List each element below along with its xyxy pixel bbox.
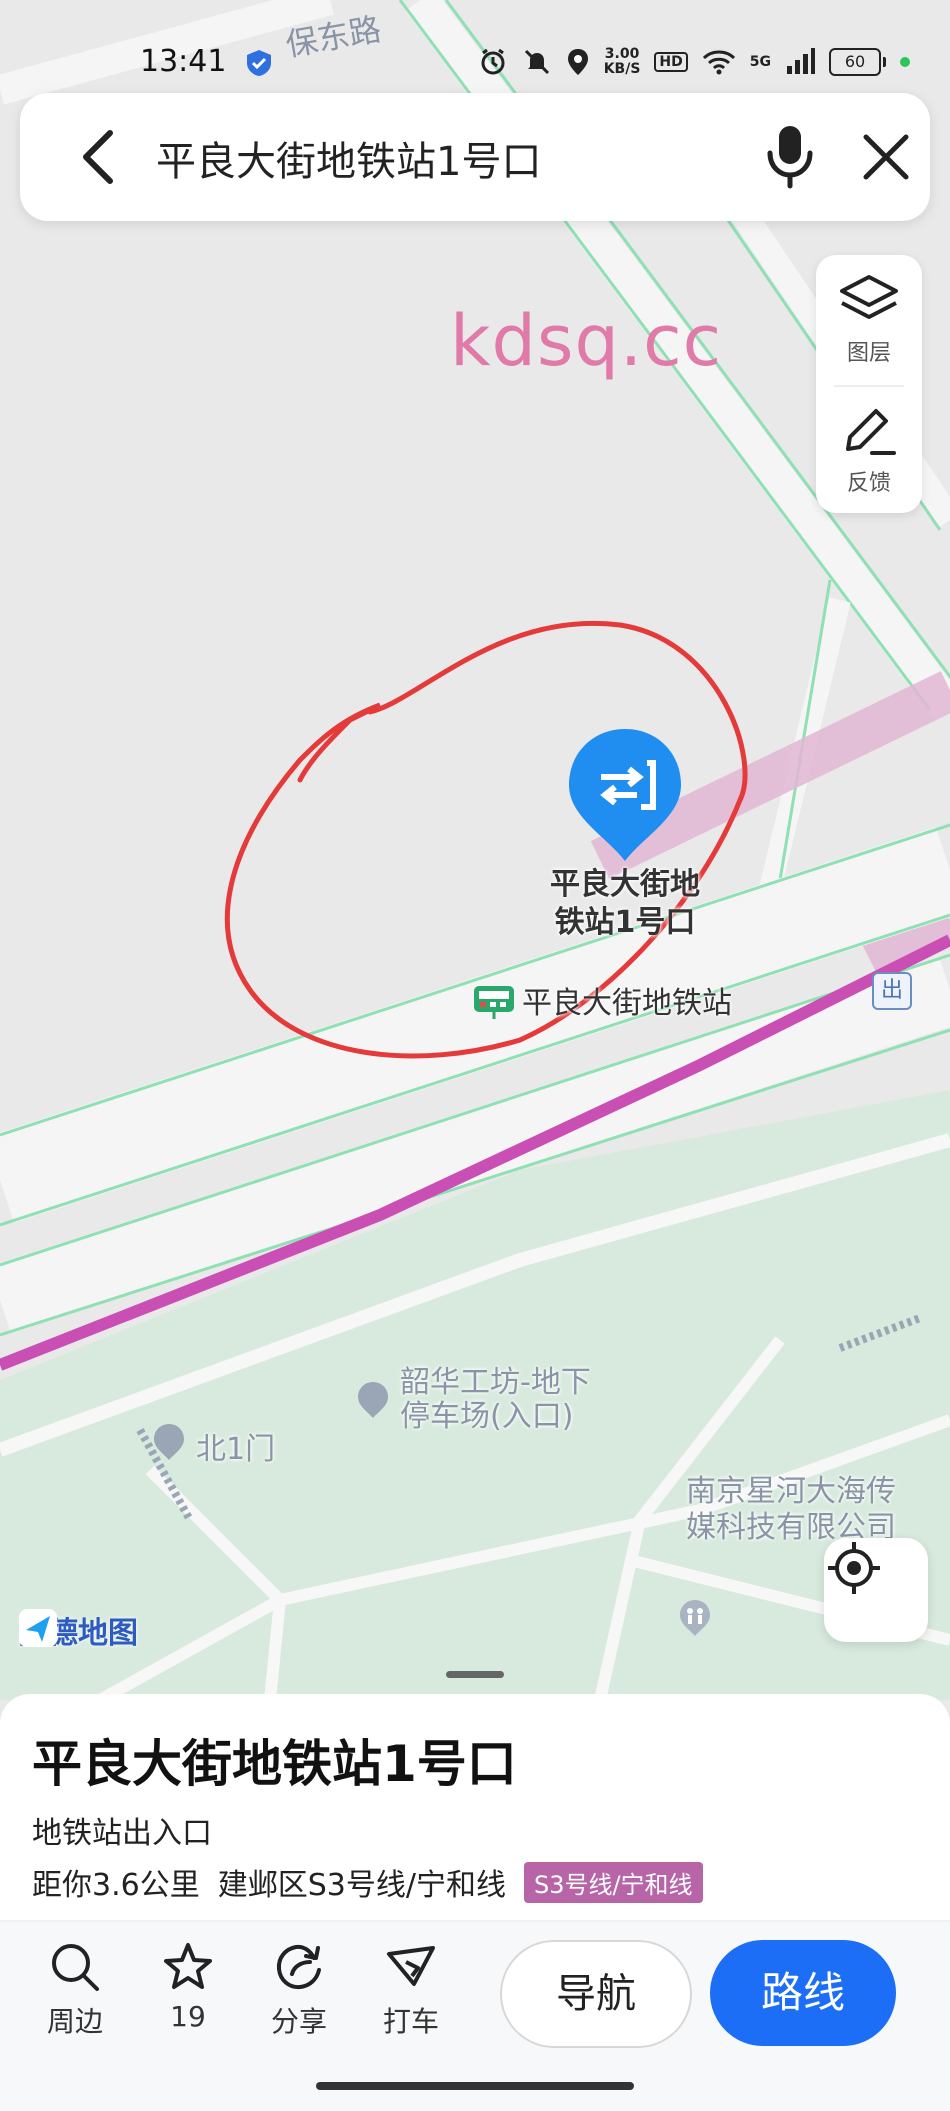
share-icon bbox=[276, 1944, 321, 1990]
taxi-button[interactable]: 打车 bbox=[356, 1940, 466, 2040]
mute-icon bbox=[524, 49, 549, 75]
poi-company-label[interactable]: 南京星河大海传 媒科技有限公司 bbox=[686, 1474, 896, 1546]
map-pin[interactable] bbox=[567, 725, 683, 865]
star-icon bbox=[164, 1943, 212, 1989]
battery-tip bbox=[883, 57, 886, 67]
close-icon[interactable] bbox=[856, 127, 916, 187]
poi-detail-sheet[interactable]: 平良大街地铁站1号口 地铁站出入口 距你3.6公里 建邺区S3号线/宁和线 S3… bbox=[0, 1694, 950, 2111]
map-side-panel: 图层 反馈 bbox=[816, 255, 922, 513]
charging-dot bbox=[900, 57, 910, 67]
nearby-label: 周边 bbox=[46, 2005, 103, 2038]
taxi-icon bbox=[387, 1946, 435, 1986]
layers-label: 图层 bbox=[846, 341, 891, 366]
favorite-count: 19 bbox=[170, 2000, 206, 2033]
watermark: kdsq.cc bbox=[450, 300, 723, 382]
signal-type: 5G bbox=[749, 54, 771, 70]
wifi-icon bbox=[702, 50, 735, 75]
side-panel-divider bbox=[834, 385, 904, 387]
battery-icon: 60 bbox=[829, 48, 881, 76]
locate-me-button[interactable] bbox=[824, 1538, 928, 1642]
home-indicator[interactable] bbox=[316, 2082, 634, 2090]
feedback-button[interactable]: 反馈 bbox=[816, 403, 922, 497]
pin-label: 平良大街地 铁站1号口 bbox=[530, 866, 720, 942]
net-speed-value: 3.00 bbox=[604, 46, 640, 62]
edit-icon bbox=[846, 409, 896, 455]
poi-gate-label[interactable]: 北1门 bbox=[196, 1424, 275, 1468]
layers-icon bbox=[840, 275, 898, 319]
poi-title: 平良大街地铁站1号口 bbox=[32, 1735, 517, 1793]
metro-line-tag[interactable]: S3号线/宁和线 bbox=[523, 1861, 703, 1903]
alarm-icon bbox=[481, 48, 505, 75]
share-button[interactable]: 分享 bbox=[244, 1940, 354, 2040]
signal-icon bbox=[787, 48, 815, 74]
sheet-drag-handle[interactable] bbox=[446, 1671, 504, 1678]
taxi-label: 打车 bbox=[382, 2005, 439, 2038]
poi-parking-line2: 停车场(入口) bbox=[400, 1399, 574, 1434]
metro-exit-icon bbox=[569, 729, 681, 861]
amap-logo-icon bbox=[19, 1609, 57, 1647]
poi-parking-line1: 韶华工坊-地下 bbox=[400, 1365, 591, 1400]
pin-label-line2: 铁站1号口 bbox=[554, 905, 696, 940]
status-time: 13:41 bbox=[140, 44, 227, 79]
back-arrow-icon[interactable] bbox=[72, 125, 132, 189]
search-query[interactable]: 平良大街地铁站1号口 bbox=[156, 129, 541, 187]
locate-icon bbox=[828, 1542, 880, 1594]
exit-badge[interactable]: 出 bbox=[872, 972, 912, 1010]
search-icon bbox=[52, 1944, 99, 1991]
station-label[interactable]: 平良大街地铁站 bbox=[522, 978, 732, 1022]
poi-type: 地铁站出入口 bbox=[32, 1816, 212, 1851]
nearby-button[interactable]: 周边 bbox=[20, 1940, 130, 2040]
amap-brand: 高德地图 bbox=[18, 1608, 138, 1652]
search-bar[interactable]: 平良大街地铁站1号口 bbox=[20, 93, 930, 221]
share-label: 分享 bbox=[270, 2005, 327, 2038]
map-canvas bbox=[0, 0, 950, 1700]
status-icons: 3.00 KB/S HD 5G 60 bbox=[478, 44, 910, 80]
pin-label-line1: 平良大街地 bbox=[550, 867, 700, 902]
restroom-poi-icon[interactable] bbox=[678, 1598, 712, 1638]
poi-meta: 距你3.6公里 建邺区S3号线/宁和线 S3号线/宁和线 bbox=[32, 1860, 703, 1904]
subway-icon bbox=[472, 984, 516, 1020]
net-speed: 3.00 KB/S bbox=[604, 47, 641, 77]
net-speed-unit: KB/S bbox=[603, 61, 641, 77]
poi-company-line1: 南京星河大海传 bbox=[686, 1474, 896, 1509]
route-button[interactable]: 路线 bbox=[710, 1940, 896, 2046]
poi-parking-label[interactable]: 韶华工坊-地下 停车场(入口) bbox=[400, 1366, 591, 1434]
gate-poi-icon[interactable] bbox=[152, 1422, 186, 1462]
layers-button[interactable]: 图层 bbox=[816, 273, 922, 367]
navigate-button[interactable]: 导航 bbox=[500, 1940, 692, 2048]
parking-poi-icon[interactable] bbox=[356, 1380, 390, 1420]
location-icon bbox=[567, 49, 588, 75]
feedback-label: 反馈 bbox=[846, 471, 891, 496]
poi-distance: 距你3.6公里 bbox=[32, 1868, 200, 1903]
map-view[interactable]: 保东路 平良大街地 铁站1号口 平良大街地铁站 出 韶华工坊-地下 停车场(入口… bbox=[0, 0, 950, 1700]
hd-badge: HD bbox=[654, 52, 688, 72]
favorite-button[interactable]: 19 bbox=[133, 1940, 243, 2033]
microphone-icon[interactable] bbox=[762, 123, 818, 189]
poi-district-line: 建邺区S3号线/宁和线 bbox=[217, 1868, 506, 1903]
shield-icon bbox=[247, 50, 271, 76]
